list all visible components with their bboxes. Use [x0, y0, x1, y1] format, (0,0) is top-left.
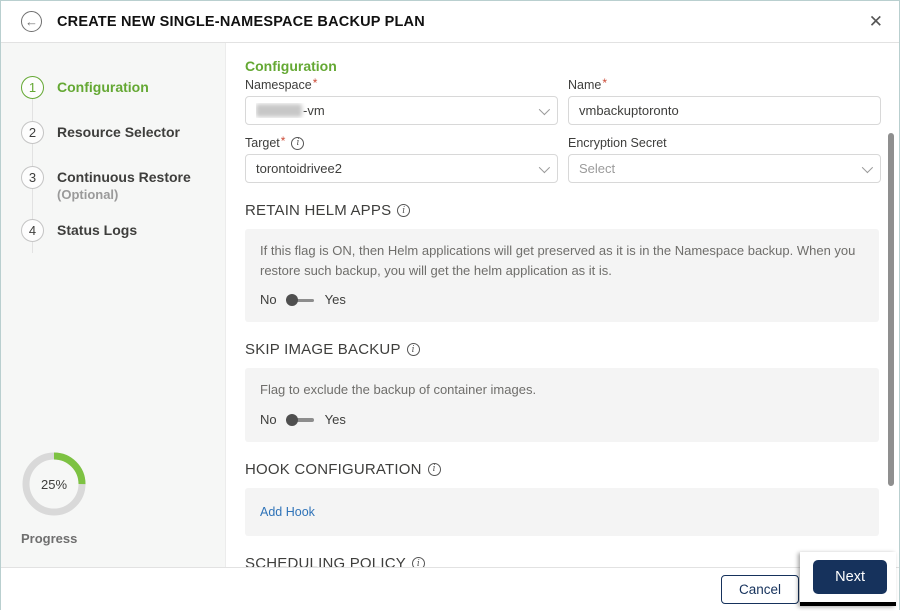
skip-image-toggle[interactable] — [285, 413, 316, 426]
dialog-footer: Cancel — [1, 567, 899, 611]
toggle-knob — [285, 413, 298, 426]
name-input[interactable] — [568, 96, 881, 125]
step-label: Configuration — [57, 79, 149, 95]
step-label: Resource Selector — [57, 124, 180, 140]
required-asterisk: * — [280, 134, 286, 148]
chevron-down-icon — [538, 161, 551, 173]
namespace-select[interactable]: -vm — [245, 96, 558, 125]
configuration-form: Configuration Namespace * -vm Name * vmb… — [226, 43, 899, 567]
scheduling-policy-header: SCHEDULING POLICY i — [245, 555, 881, 567]
info-icon[interactable]: i — [291, 136, 305, 150]
info-icon[interactable]: i — [397, 204, 411, 217]
dialog-header: ← CREATE NEW SINGLE-NAMESPACE BACKUP PLA… — [1, 1, 899, 43]
dialog-title: CREATE NEW SINGLE-NAMESPACE BACKUP PLAN — [57, 13, 425, 30]
cancel-button[interactable]: Cancel — [720, 575, 799, 604]
stepper-sidebar: 1 Configuration 2 Resource Selector 3 Co… — [1, 43, 226, 567]
chevron-down-icon — [538, 103, 551, 115]
chevron-down-icon — [861, 161, 874, 173]
retain-helm-apps-panel: If this flag is ON, then Helm applicatio… — [245, 229, 879, 323]
close-icon[interactable]: ✕ — [869, 12, 883, 32]
toggle-off-label: No — [260, 411, 277, 427]
toggle-off-label: No — [260, 292, 277, 308]
toggle-on-label: Yes — [324, 411, 346, 427]
info-icon[interactable]: i — [411, 557, 425, 567]
retain-helm-toggle[interactable] — [285, 294, 316, 307]
target-select[interactable]: torontoidrivee2 — [245, 154, 558, 183]
step-continuous-restore[interactable]: 3 Continuous Restore — [1, 155, 225, 191]
step-label: Status Logs — [57, 222, 138, 238]
create-backup-plan-dialog: ← CREATE NEW SINGLE-NAMESPACE BACKUP PLA… — [0, 0, 900, 611]
hook-configuration-header: HOOK CONFIGURATION i — [245, 461, 881, 478]
form-section-title: Configuration — [245, 58, 337, 74]
next-button[interactable]: Next — [813, 560, 887, 594]
skip-image-backup-panel: Flag to exclude the backup of container … — [245, 368, 879, 442]
namespace-label: Namespace * — [245, 76, 318, 92]
skip-image-description: Flag to exclude the backup of container … — [260, 382, 537, 398]
progress-indicator: 25% Progress — [21, 451, 101, 546]
progress-percent: 25% — [40, 476, 68, 492]
retain-helm-apps-header: RETAIN HELM APPS i — [245, 202, 881, 219]
step-configuration[interactable]: 1 Configuration — [1, 65, 225, 110]
step-number: 2 — [21, 121, 44, 144]
retain-helm-description: If this flag is ON, then Helm applicatio… — [260, 243, 856, 279]
name-label: Name * — [568, 76, 608, 92]
hook-configuration-panel: Add Hook — [245, 487, 879, 537]
add-hook-link[interactable]: Add Hook — [260, 505, 315, 519]
target-label: Target * i — [245, 134, 558, 150]
step-resource-selector[interactable]: 2 Resource Selector — [1, 110, 225, 155]
step-number: 1 — [21, 76, 44, 99]
step-status-logs[interactable]: 4 Status Logs — [1, 208, 225, 253]
info-icon[interactable]: i — [427, 462, 441, 476]
encryption-secret-label: Encryption Secret — [568, 136, 667, 150]
required-asterisk: * — [312, 76, 318, 90]
next-button-highlight: Next — [800, 552, 896, 606]
step-label: Continuous Restore — [57, 169, 191, 185]
back-icon[interactable]: ← — [21, 11, 42, 32]
skip-image-backup-header: SKIP IMAGE BACKUP i — [245, 341, 881, 358]
toggle-on-label: Yes — [324, 292, 346, 308]
progress-label: Progress — [21, 531, 78, 546]
step-number: 4 — [21, 219, 44, 242]
info-icon[interactable]: i — [406, 343, 420, 357]
redacted-text — [256, 104, 302, 117]
encryption-secret-select[interactable]: Select — [568, 154, 881, 183]
required-asterisk: * — [602, 76, 608, 90]
scrollbar-thumb[interactable] — [888, 133, 894, 486]
toggle-knob — [285, 294, 298, 307]
step-number: 3 — [21, 166, 44, 189]
